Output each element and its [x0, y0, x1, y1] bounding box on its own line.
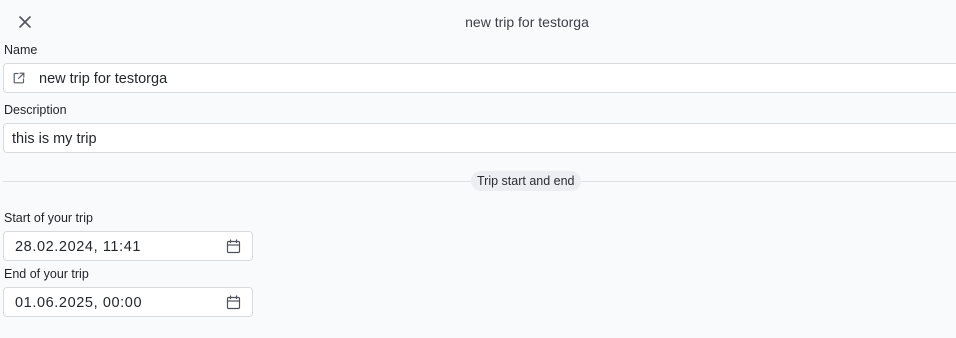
- name-value: new trip for testorga: [39, 71, 168, 87]
- name-label: Name: [4, 43, 38, 57]
- description-field[interactable]: this is my trip: [3, 123, 956, 153]
- end-datetime-input[interactable]: 01.06.2025, 00:00: [3, 287, 253, 317]
- dialog-header: new trip for testorga: [0, 0, 956, 44]
- name-field[interactable]: new trip for testorga: [3, 63, 956, 93]
- start-datetime-input[interactable]: 28.02.2024, 11:41: [3, 231, 253, 261]
- external-link-icon[interactable]: [12, 71, 26, 85]
- end-datetime-value: 01.06.2025, 00:00: [15, 295, 143, 311]
- description-label: Description: [4, 103, 67, 117]
- dialog-title: new trip for testorga: [465, 14, 589, 30]
- start-date-label: Start of your trip: [4, 211, 93, 225]
- end-date-label: End of your trip: [4, 267, 89, 281]
- calendar-icon[interactable]: [226, 295, 241, 310]
- section-divider-label: Trip start and end: [471, 171, 581, 191]
- description-value: this is my trip: [12, 131, 97, 147]
- start-datetime-value: 28.02.2024, 11:41: [15, 239, 142, 255]
- trip-editor: new trip for testorga Name new trip for …: [0, 0, 956, 338]
- calendar-icon[interactable]: [226, 239, 241, 254]
